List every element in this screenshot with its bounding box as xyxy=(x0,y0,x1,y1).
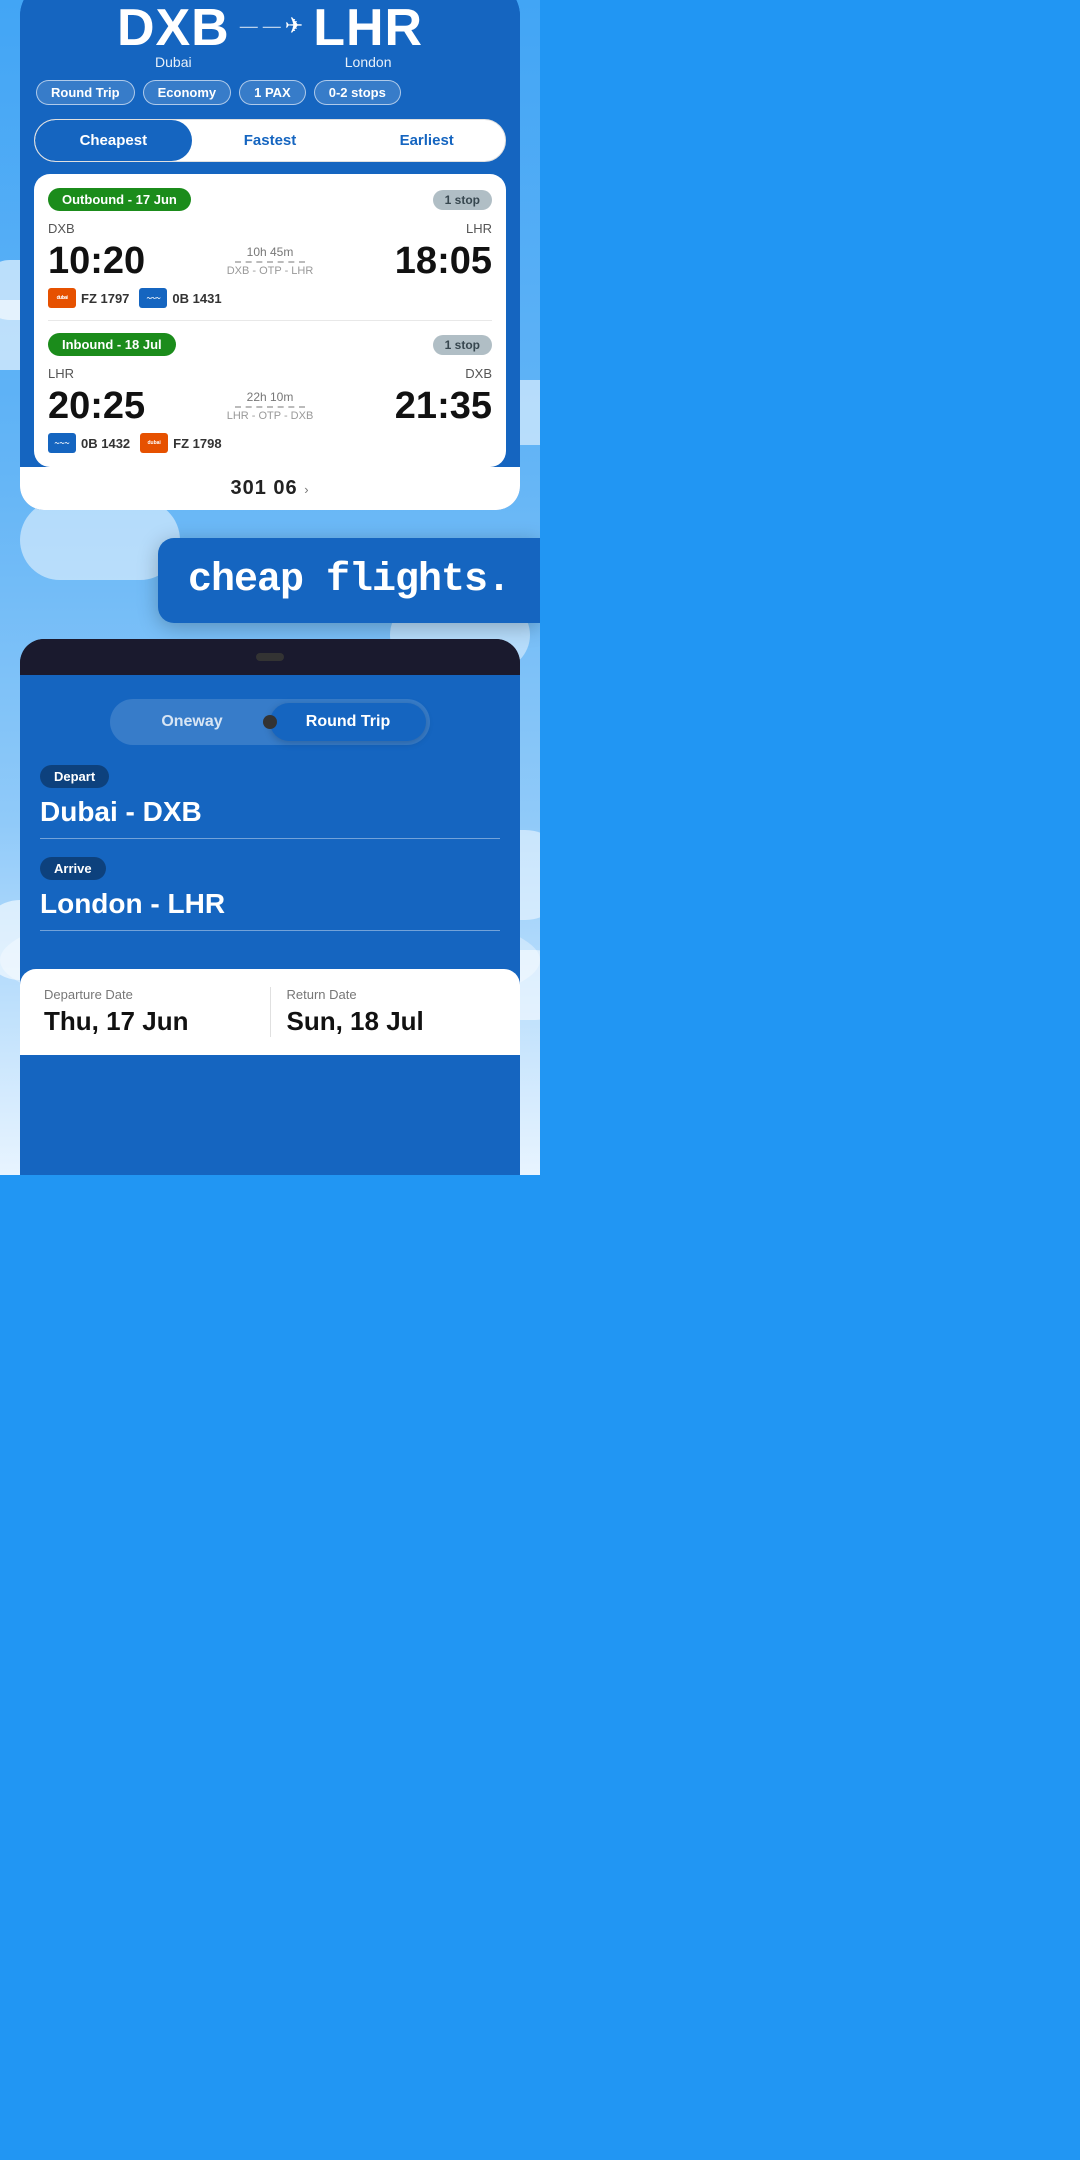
cheap-flights-box: cheap flights. xyxy=(158,538,540,623)
dates-row: Departure Date Thu, 17 Jun Return Date S… xyxy=(44,987,496,1037)
flight-results: Outbound - 17 Jun 1 stop DXB LHR 10:20 1… xyxy=(34,174,506,467)
inbound-route: LHR - OTP - DXB xyxy=(153,410,387,422)
route-info-row: Round Trip Economy 1 PAX 0-2 stops xyxy=(20,80,520,119)
cabin-pill[interactable]: Economy xyxy=(143,80,232,105)
inbound-flight1-code: 0B 1432 xyxy=(81,436,130,451)
sky-background: 〜 〜 〜 〜 DXB Dubai — — ✈ LHR London xyxy=(0,0,540,1175)
outbound-duration-block: 10h 45m DXB - OTP - LHR xyxy=(145,245,395,277)
tab-fastest[interactable]: Fastest xyxy=(192,120,349,161)
banner-container: cheap flights. xyxy=(0,538,540,623)
outbound-route: DXB - OTP - LHR xyxy=(153,265,387,277)
outbound-stop-badge: 1 stop xyxy=(433,190,492,210)
blue-logo-2: 〜〜〜 xyxy=(48,433,76,453)
arrive-label: Arrive xyxy=(40,857,106,880)
outbound-flight2-code: 0B 1431 xyxy=(172,291,221,306)
inbound-dep-time: 20:25 xyxy=(48,387,145,425)
outbound-airline-1: dubai FZ 1797 xyxy=(48,288,129,308)
outbound-arr-time: 18:05 xyxy=(395,242,492,280)
inbound-section: Inbound - 18 Jul 1 stop LHR DXB 20:25 22… xyxy=(48,333,492,453)
price-preview: 301 06 › xyxy=(20,467,520,510)
blue-logo-1: 〜〜〜 xyxy=(139,288,167,308)
bottom-phone-inner: Oneway Round Trip Depart Dubai - DXB Arr… xyxy=(20,675,520,1175)
outbound-airline-2: 〜〜〜 0B 1431 xyxy=(139,288,221,308)
inbound-airline-2: dubai FZ 1798 xyxy=(140,433,221,453)
search-form: Depart Dubai - DXB Arrive London - LHR xyxy=(20,745,520,969)
outbound-duration: 10h 45m xyxy=(153,245,387,259)
trip-toggle-wrapper: Oneway Round Trip xyxy=(20,675,520,745)
inbound-dotted-line xyxy=(153,406,387,408)
route-header: DXB Dubai — — ✈ LHR London xyxy=(20,0,520,80)
dest-code: LHR xyxy=(313,0,423,58)
inbound-label: Inbound - 18 Jul xyxy=(48,333,176,356)
inbound-stop-badge: 1 stop xyxy=(433,335,492,355)
inbound-airlines: 〜〜〜 0B 1432 dubai FZ 1798 xyxy=(48,433,492,453)
outbound-to: LHR xyxy=(466,221,492,236)
trip-toggle: Oneway Round Trip xyxy=(110,699,430,745)
inbound-airports-row: LHR DXB xyxy=(48,366,492,381)
dubai-logo-1: dubai xyxy=(48,288,76,308)
outbound-airports-row: DXB LHR xyxy=(48,221,492,236)
departure-date-label: Departure Date xyxy=(44,987,254,1002)
notch xyxy=(256,653,284,661)
toggle-dot xyxy=(263,715,277,729)
outbound-label: Outbound - 17 Jun xyxy=(48,188,191,211)
return-date-col: Return Date Sun, 18 Jul xyxy=(271,987,497,1037)
round-trip-option[interactable]: Round Trip xyxy=(270,703,426,741)
outbound-flight1-code: FZ 1797 xyxy=(81,291,129,306)
departure-date-col: Departure Date Thu, 17 Jun xyxy=(44,987,271,1037)
notch-bar xyxy=(20,639,520,675)
outbound-section: Outbound - 17 Jun 1 stop DXB LHR 10:20 1… xyxy=(48,188,492,308)
flight-direction-arrow: — — ✈ xyxy=(240,13,303,39)
sort-tabs: Cheapest Fastest Earliest xyxy=(34,119,506,162)
outbound-dotted-line xyxy=(153,261,387,263)
return-date-label: Return Date xyxy=(287,987,497,1002)
outbound-dep-time: 10:20 xyxy=(48,242,145,280)
tab-cheapest[interactable]: Cheapest xyxy=(35,120,192,161)
outbound-airlines: dubai FZ 1797 〜〜〜 0B 1431 xyxy=(48,288,492,308)
inbound-to: DXB xyxy=(465,366,492,381)
pax-pill[interactable]: 1 PAX xyxy=(239,80,306,105)
return-date-value[interactable]: Sun, 18 Jul xyxy=(287,1006,497,1037)
departure-date-value[interactable]: Thu, 17 Jun xyxy=(44,1006,254,1037)
inbound-from: LHR xyxy=(48,366,74,381)
inbound-arr-time: 21:35 xyxy=(395,387,492,425)
origin-code: DXB xyxy=(117,0,230,58)
arrive-value[interactable]: London - LHR xyxy=(40,888,500,931)
inbound-duration: 22h 10m xyxy=(153,390,387,404)
outbound-from: DXB xyxy=(48,221,75,236)
oneway-option[interactable]: Oneway xyxy=(114,703,270,741)
inbound-duration-block: 22h 10m LHR - OTP - DXB xyxy=(145,390,395,422)
inbound-flight2-code: FZ 1798 xyxy=(173,436,221,451)
dubai-logo-2: dubai xyxy=(140,433,168,453)
trip-type-pill[interactable]: Round Trip xyxy=(36,80,135,105)
depart-value[interactable]: Dubai - DXB xyxy=(40,796,500,839)
outbound-times-row: 10:20 10h 45m DXB - OTP - LHR 18:05 xyxy=(48,242,492,280)
inbound-airline-1: 〜〜〜 0B 1432 xyxy=(48,433,130,453)
dates-section: Departure Date Thu, 17 Jun Return Date S… xyxy=(20,969,520,1055)
divider xyxy=(48,320,492,321)
top-phone-mockup: DXB Dubai — — ✈ LHR London Round Trip Ec… xyxy=(20,0,520,510)
inbound-times-row: 20:25 22h 10m LHR - OTP - DXB 21:35 xyxy=(48,387,492,425)
cheap-flights-text: cheap flights. xyxy=(188,558,510,603)
bottom-phone-mockup: Oneway Round Trip Depart Dubai - DXB Arr… xyxy=(20,639,520,1175)
stops-pill[interactable]: 0-2 stops xyxy=(314,80,401,105)
depart-label: Depart xyxy=(40,765,109,788)
tab-earliest[interactable]: Earliest xyxy=(348,120,505,161)
